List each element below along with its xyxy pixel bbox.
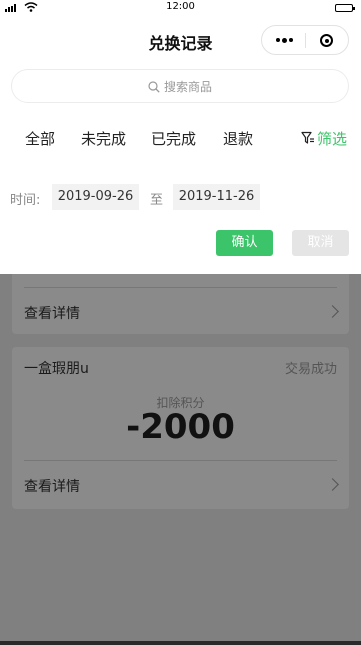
status-time: 12:00 (166, 1, 195, 12)
more-icon[interactable] (276, 35, 298, 45)
bottom-edge (0, 641, 361, 645)
view-details-link[interactable]: 查看详情 (24, 303, 80, 323)
start-date-picker[interactable]: 2019-09-26 (52, 184, 139, 210)
cancel-button[interactable]: 取消 (292, 230, 349, 256)
points-value: -2000 (126, 407, 235, 447)
product-name: 一盒瑕朋u (24, 361, 89, 377)
card-divider (24, 287, 337, 288)
search-bar[interactable]: 搜索商品 (11, 69, 349, 103)
chevron-right-icon (326, 478, 339, 491)
confirm-button[interactable]: 确认 (216, 230, 273, 256)
filter-icon (301, 131, 314, 144)
capsule-divider (305, 33, 306, 48)
order-card: 一盒瑕朋u 交易成功 扣除积分 -2000 查看详情 (12, 347, 349, 509)
order-status: 交易成功 (284, 362, 337, 377)
tab-incomplete[interactable]: 未完成 (81, 128, 126, 149)
filter-label: 筛选 (317, 130, 348, 148)
battery-icon (335, 4, 355, 12)
chevron-right-icon (326, 305, 339, 318)
card-divider (24, 460, 337, 461)
end-date-picker[interactable]: 2019-11-26 (173, 184, 260, 210)
search-placeholder: 搜索商品 (163, 80, 212, 94)
tab-refund[interactable]: 退款 (223, 128, 253, 149)
filter-panel: 兑换记录 搜索商品 全部 未完成 已完成 退款 筛选 时间: 2019-09-2… (0, 16, 361, 274)
tab-completed[interactable]: 已完成 (151, 128, 196, 149)
date-range: 时间: 2019-09-26 至 2019-11-26 (0, 184, 361, 210)
search-icon (148, 81, 160, 93)
order-card: 查看详情 (12, 274, 349, 334)
tab-all[interactable]: 全部 (25, 128, 55, 149)
view-details-link[interactable]: 查看详情 (24, 476, 80, 496)
nav-bar: 兑换记录 (0, 16, 361, 64)
status-tabs: 全部 未完成 已完成 退款 筛选 (0, 128, 361, 152)
date-label: 时间: (10, 193, 41, 208)
close-mini-program-icon[interactable] (320, 34, 333, 47)
date-separator: 至 (150, 193, 164, 208)
filter-button[interactable]: 筛选 (301, 128, 347, 149)
status-bar: 12:00 (0, 0, 361, 16)
mini-program-capsule (261, 25, 349, 55)
